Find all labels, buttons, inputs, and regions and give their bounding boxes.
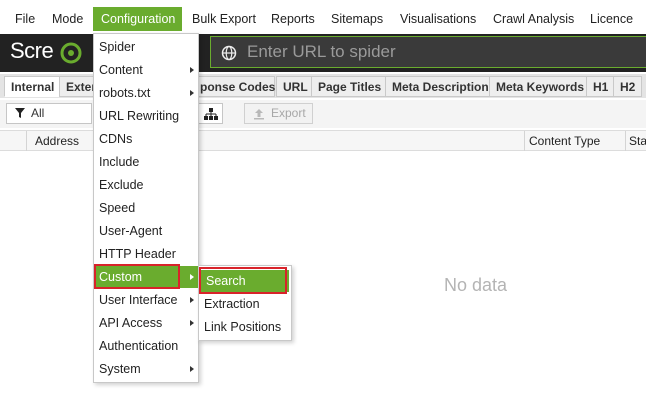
menu-item-content[interactable]: Content (94, 59, 198, 81)
menu-sitemaps[interactable]: Sitemaps (331, 7, 383, 31)
submenu-item-extraction[interactable]: Extraction (199, 293, 291, 315)
menu-item-system[interactable]: System (94, 358, 198, 380)
tab-page-titles[interactable]: Page Titles (311, 76, 389, 97)
menu-item-url-rewriting[interactable]: URL Rewriting (94, 105, 198, 127)
menu-item-label: Content (99, 63, 143, 77)
filter-icon (15, 108, 25, 118)
filter-selected-value: All (31, 106, 45, 120)
menu-item-label: User Interface (99, 293, 178, 307)
tab-h2[interactable]: H2 (613, 76, 643, 97)
menu-reports[interactable]: Reports (271, 7, 315, 31)
column-header-status[interactable]: Sta (629, 134, 646, 148)
menu-item-include[interactable]: Include (94, 151, 198, 173)
menu-item-speed[interactable]: Speed (94, 197, 198, 219)
url-bar[interactable] (210, 36, 646, 68)
menu-item-label: API Access (99, 316, 163, 330)
submenu-arrow-icon (190, 366, 194, 372)
menu-item-robots-txt[interactable]: robots.txt (94, 82, 198, 104)
menu-item-api-access[interactable]: API Access (94, 312, 198, 334)
column-divider[interactable] (625, 131, 626, 151)
globe-icon (221, 45, 237, 61)
tree-view-button[interactable] (197, 103, 223, 124)
site-structure-icon (204, 108, 218, 120)
tab-h1[interactable]: H1 (586, 76, 616, 97)
menu-item-authentication[interactable]: Authentication (94, 335, 198, 357)
tab-meta-keywords[interactable]: Meta Keywords (489, 76, 592, 97)
empty-state-text: No data (444, 275, 508, 295)
app-logo: Scre (10, 38, 54, 63)
submenu-arrow-icon (190, 90, 194, 96)
menu-item-user-agent[interactable]: User-Agent (94, 220, 198, 242)
submenu-item-link-positions[interactable]: Link Positions (199, 316, 291, 338)
submenu-arrow-icon (190, 67, 194, 73)
filter-dropdown[interactable]: All (6, 103, 92, 124)
column-header-address[interactable]: Address (35, 134, 79, 148)
submenu-arrow-icon (190, 274, 194, 280)
submenu-arrow-icon (190, 297, 194, 303)
menu-mode[interactable]: Mode (52, 7, 83, 31)
menu-bar: File Mode Configuration Bulk Export Repo… (0, 0, 646, 34)
tab-meta-description[interactable]: Meta Description (385, 76, 496, 97)
annotation-highlight-custom (94, 264, 180, 289)
menu-item-label: robots.txt (99, 86, 151, 100)
menu-item-cdns[interactable]: CDNs (94, 128, 198, 150)
menu-licence[interactable]: Licence (590, 7, 633, 31)
frog-logo-icon (60, 42, 82, 64)
tab-url[interactable]: URL (276, 76, 315, 97)
column-header-content-type[interactable]: Content Type (529, 134, 600, 148)
menu-item-exclude[interactable]: Exclude (94, 174, 198, 196)
menu-item-spider[interactable]: Spider (94, 36, 198, 58)
column-divider[interactable] (26, 131, 27, 151)
export-label: Export (271, 106, 306, 120)
menu-bulk-export[interactable]: Bulk Export (192, 7, 256, 31)
menu-item-label: System (99, 362, 141, 376)
menu-configuration[interactable]: Configuration (93, 7, 182, 31)
configuration-menu: Spider Content robots.txt URL Rewriting … (93, 33, 199, 383)
menu-item-user-interface[interactable]: User Interface (94, 289, 198, 311)
tab-internal[interactable]: Internal (4, 76, 62, 97)
submenu-arrow-icon (190, 320, 194, 326)
column-divider[interactable] (524, 131, 525, 151)
tab-external[interactable]: Exter (59, 76, 96, 97)
menu-crawl-analysis[interactable]: Crawl Analysis (493, 7, 574, 31)
menu-item-http-header[interactable]: HTTP Header (94, 243, 198, 265)
upload-icon (254, 109, 264, 120)
url-input[interactable] (247, 40, 627, 64)
tab-response-codes[interactable]: ponse Codes (196, 76, 275, 97)
annotation-highlight-search (199, 267, 287, 294)
export-button[interactable]: Export (244, 103, 313, 124)
menu-visualisations[interactable]: Visualisations (400, 7, 476, 31)
menu-file[interactable]: File (15, 7, 35, 31)
